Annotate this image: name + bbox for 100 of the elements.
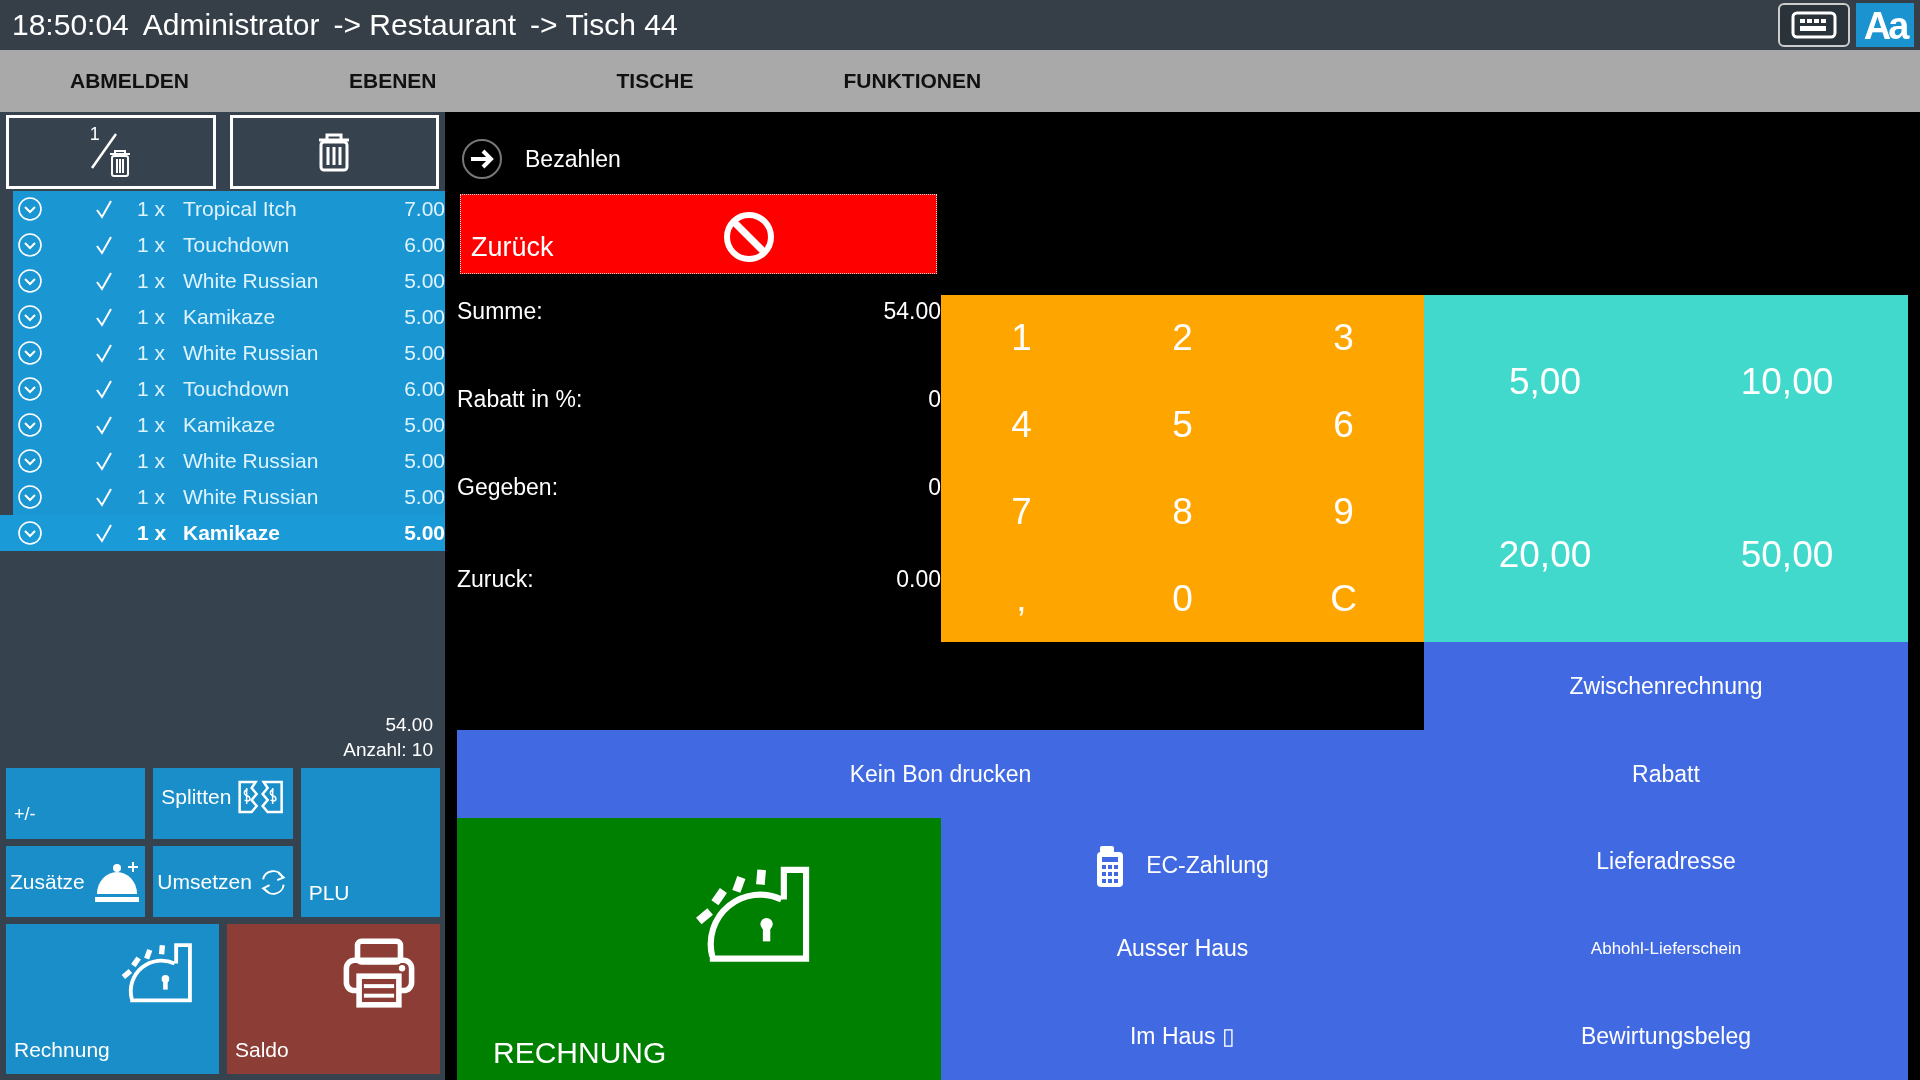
cash-amount-button[interactable]: 10,00 (1666, 295, 1908, 469)
action-button[interactable]: Ausser Haus (941, 905, 1424, 992)
no-entry-icon (723, 211, 775, 263)
item-name: Touchdown (183, 377, 291, 401)
delete-all-button[interactable] (229, 115, 439, 189)
font-size-button[interactable]: Aa (1856, 3, 1914, 47)
menu-tab[interactable]: EBENEN (349, 69, 437, 93)
keypad-key[interactable]: 3 (1263, 295, 1424, 382)
item-price: 5.00 (404, 305, 445, 329)
item-quantity: 1 x (137, 413, 166, 437)
action-button[interactable]: Im Haus ▯ (941, 992, 1424, 1080)
order-row[interactable]: 1 x White Russian 5.00 (13, 335, 445, 371)
keypad-key[interactable]: 8 (1102, 468, 1263, 556)
item-name: Touchdown (183, 233, 291, 257)
back-button[interactable]: Zurück (460, 194, 937, 274)
field-value: 0 (928, 386, 941, 414)
pay-title: Bezahlen (525, 145, 621, 173)
cash-amount-button[interactable]: 5,00 (1424, 295, 1666, 469)
order-row[interactable]: 1 x Kamikaze 5.00 (0, 515, 445, 551)
order-row[interactable]: 1 x White Russian 5.00 (13, 443, 445, 479)
field-label: Rabatt in %: (457, 386, 584, 414)
item-quantity: 1 x (137, 305, 166, 329)
field-value: 0.00 (896, 565, 941, 594)
order-row[interactable]: 1 x Tropical Itch 7.00 (13, 191, 445, 227)
calculator-icon (1096, 843, 1125, 888)
order-row[interactable]: 1 x White Russian 5.00 (13, 479, 445, 515)
action-button[interactable]: Bewirtungsbeleg (1424, 992, 1908, 1080)
field-label: Gegeben: (457, 474, 560, 502)
split-delete-button[interactable]: 1 (6, 115, 216, 189)
tile-button[interactable]: Umsetzen (153, 846, 293, 917)
item-price: 6.00 (404, 377, 445, 401)
item-price: 5.00 (404, 449, 445, 473)
chevron-circle-icon (17, 520, 43, 546)
cash-amount-button[interactable]: 20,00 (1424, 468, 1666, 642)
service-bell-icon (93, 859, 142, 904)
order-row[interactable]: 1 x Kamikaze 5.00 (13, 407, 445, 443)
tile-button[interactable]: Zusätze (6, 846, 146, 917)
keypad-key[interactable]: C (1263, 555, 1424, 642)
breadcrumb: -> Restaurant (333, 8, 517, 42)
action-button[interactable]: Kein Bon drucken (457, 730, 1424, 818)
action-button[interactable]: Abhohl-Lieferschein (1424, 905, 1908, 992)
tile-button[interactable]: Rechnung (6, 924, 219, 1074)
item-name: White Russian (183, 485, 320, 509)
item-count: 10 (411, 739, 433, 760)
bill-split-icon (237, 779, 285, 814)
item-name: Kamikaze (183, 521, 281, 545)
keypad-key[interactable]: 4 (941, 381, 1102, 469)
tile-button[interactable]: PLU (300, 768, 440, 917)
item-name: White Russian (183, 269, 320, 293)
printer-icon (342, 938, 416, 1008)
menu-tab[interactable]: TISCHE (616, 69, 694, 93)
keypad-key[interactable]: 5 (1102, 381, 1263, 469)
keypad-key[interactable]: 6 (1263, 381, 1424, 469)
item-quantity: 1 x (137, 449, 166, 473)
order-row[interactable]: 1 x White Russian 5.00 (13, 263, 445, 299)
keypad-key[interactable]: 1 (941, 295, 1102, 382)
chevron-circle-icon (17, 412, 43, 438)
keypad-key[interactable]: 2 (1102, 295, 1263, 382)
keypad-key[interactable]: , (941, 555, 1102, 642)
cash-amount-button[interactable]: 50,00 (1666, 468, 1908, 642)
field-value: 0 (928, 474, 941, 502)
item-quantity: 1 x (137, 521, 168, 545)
action-button[interactable]: Zwischenrechnung (1424, 642, 1908, 730)
keyboard-button[interactable] (1778, 3, 1850, 47)
field-value: 54.00 (883, 298, 941, 326)
chevron-circle-icon (17, 304, 43, 330)
action-button[interactable]: RECHNUNG (457, 818, 941, 1080)
keypad-key[interactable]: 7 (941, 468, 1102, 556)
count-label: Anzahl: (343, 739, 407, 760)
field-label: Summe: (457, 298, 544, 326)
field-label: Zuruck: (457, 565, 535, 594)
keypad-key[interactable]: 0 (1102, 555, 1263, 642)
chevron-circle-icon (17, 448, 43, 474)
tile-button[interactable]: +/- (6, 768, 146, 839)
order-total: 54.00 (385, 713, 433, 737)
keypad-key[interactable]: 9 (1263, 468, 1424, 556)
tile-button[interactable]: Splitten (153, 768, 293, 839)
action-button[interactable]: EC-Zahlung (941, 818, 1424, 905)
order-row[interactable]: 1 x Touchdown 6.00 (13, 227, 445, 263)
item-name: Tropical Itch (183, 197, 298, 221)
order-row[interactable]: 1 x Touchdown 6.00 (13, 371, 445, 407)
breadcrumb: -> Tisch 44 (530, 8, 678, 42)
chevron-circle-icon (17, 484, 43, 510)
item-name: White Russian (183, 449, 320, 473)
menu-tab[interactable]: FUNKTIONEN (843, 69, 982, 93)
item-price: 5.00 (404, 269, 445, 293)
item-quantity: 1 x (137, 485, 166, 509)
chevron-circle-icon (17, 340, 43, 366)
order-row[interactable]: 1 x Kamikaze 5.00 (13, 299, 445, 335)
item-price: 5.00 (404, 341, 445, 365)
tile-button[interactable]: Saldo (227, 924, 440, 1074)
item-quantity: 1 x (137, 341, 166, 365)
action-button[interactable]: Rabatt (1424, 730, 1908, 818)
item-quantity: 1 x (137, 269, 166, 293)
action-button[interactable]: Lieferadresse (1424, 818, 1908, 905)
arrow-circle-icon (461, 138, 503, 180)
item-quantity: 1 x (137, 233, 166, 257)
menu-tab[interactable]: ABMELDEN (70, 69, 189, 93)
item-price: 7.00 (404, 197, 445, 221)
clock-time: 18:50:04 (12, 8, 129, 42)
